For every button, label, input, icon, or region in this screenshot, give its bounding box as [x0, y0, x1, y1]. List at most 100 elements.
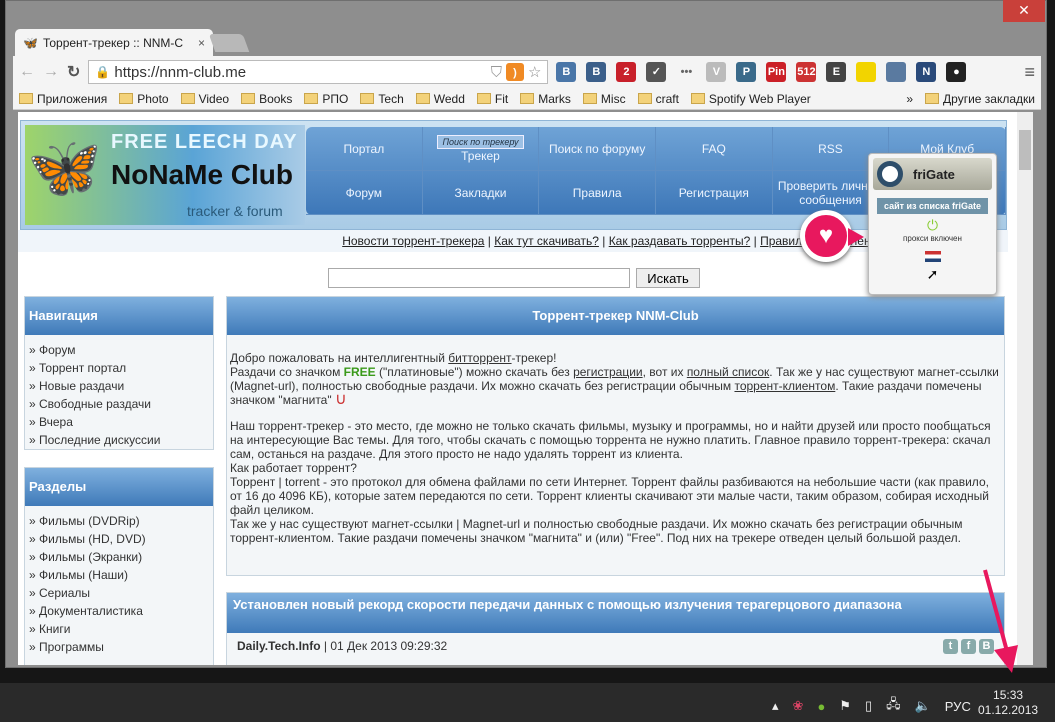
navigation-box: Навигация » Форум» Торрент портал» Новые …: [24, 296, 214, 450]
p-icon[interactable]: P: [736, 62, 757, 82]
bookmark-item[interactable]: Приложения: [19, 92, 107, 106]
more-icon[interactable]: •••: [676, 62, 697, 82]
news-source[interactable]: Daily.Tech.Info: [237, 639, 321, 653]
nav-item[interactable]: Портал: [306, 127, 423, 171]
apps-icon: [19, 92, 33, 104]
folder-icon: [637, 92, 652, 104]
sidebar-link[interactable]: » Книги: [29, 620, 209, 638]
nav-item[interactable]: Регистрация: [655, 171, 773, 215]
search-button[interactable]: Искать: [636, 268, 700, 288]
address-bar[interactable]: 🔒 https://nnm-club.me ⛉) ☆: [88, 60, 549, 84]
menu-icon[interactable]: ≡: [1024, 62, 1035, 83]
folder-icon: [360, 92, 375, 104]
back-icon[interactable]: ←: [19, 63, 35, 81]
app-tray-icon[interactable]: ❀: [793, 698, 804, 714]
sidebar-link[interactable]: » Форум: [29, 341, 209, 359]
bookmark-item[interactable]: Books: [241, 92, 292, 106]
vk-count-icon[interactable]: B: [586, 62, 607, 82]
bookmark-item[interactable]: Fit: [476, 92, 508, 106]
nav-item[interactable]: Поиск по трекеру Трекер: [422, 127, 540, 171]
sidebar-link[interactable]: » Вчера: [29, 413, 209, 431]
shield-icon[interactable]: V: [706, 62, 727, 82]
sidebar-link[interactable]: » Фильмы (HD, DVD): [29, 530, 209, 548]
nav-item[interactable]: Форум: [306, 171, 423, 215]
flag-icon[interactable]: ⚑: [839, 698, 851, 714]
sidebar-link[interactable]: » Последние дискуссии: [29, 431, 209, 449]
news-date: | 01 Дек 2013 09:29:32: [320, 639, 448, 653]
nav-item[interactable]: Закладки: [422, 171, 540, 215]
n-icon[interactable]: N: [916, 62, 937, 82]
volume-icon[interactable]: 🔈: [915, 698, 931, 714]
bookmark-item[interactable]: Marks: [520, 92, 571, 106]
new-tab-button[interactable]: [208, 34, 250, 52]
sidebar-link[interactable]: » Новые раздачи: [29, 377, 209, 395]
sidebar-link[interactable]: » Фильмы (Наши): [29, 566, 209, 584]
quick-link[interactable]: Новости торрент-трекера: [342, 234, 484, 248]
clock[interactable]: 15:33 01.12.2013: [978, 688, 1038, 718]
nav-item[interactable]: Поиск по форуму: [539, 127, 656, 171]
full-list-link[interactable]: полный список: [687, 365, 769, 379]
tracker-search-link[interactable]: Поиск по трекеру: [437, 134, 524, 149]
site-logo[interactable]: 🦋 FREE LEECH DAY NoNaMe Club tracker & f…: [25, 125, 305, 225]
bookmarks-bar: Приложения Photo Video Books РПО Tech Wedd Fit M…: [13, 88, 1041, 110]
sticky-icon[interactable]: [856, 62, 877, 82]
show-hidden-icons-icon[interactable]: ▴: [772, 698, 779, 714]
bittorrent-link[interactable]: битторрент: [448, 351, 511, 365]
vk-icon[interactable]: B: [556, 62, 577, 82]
search-input[interactable]: [328, 268, 630, 288]
network-icon[interactable]: 🖧: [886, 695, 901, 717]
forward-icon[interactable]: →: [43, 63, 59, 81]
torrent-client-link[interactable]: торрент-клиентом: [734, 379, 835, 393]
twitter-icon[interactable]: t: [943, 639, 958, 654]
sidebar-link[interactable]: » Фильмы (DVDRip): [29, 512, 209, 530]
pocket-icon[interactable]: ✓: [646, 62, 667, 82]
counter-icon[interactable]: 512: [796, 62, 817, 82]
quick-link[interactable]: Как раздавать торренты?: [609, 234, 751, 248]
bookmark-item[interactable]: Tech: [360, 92, 404, 106]
window-icon[interactable]: [886, 62, 907, 82]
star-icon[interactable]: ☆: [528, 63, 541, 81]
para: Как работает торрент?: [230, 461, 357, 475]
pinterest-icon[interactable]: Pin: [766, 62, 787, 82]
bookmark-item[interactable]: РПО: [304, 92, 348, 106]
folder-icon: [520, 92, 535, 104]
sidebar-link[interactable]: » Фильмы (Экранки): [29, 548, 209, 566]
browser-tab[interactable]: 🦋 Торрент-трекер :: NNM-C ×: [15, 29, 213, 56]
sidebar-link[interactable]: » Сериалы: [29, 584, 209, 602]
sidebar-link[interactable]: » Документалистика: [29, 602, 209, 620]
mail-icon[interactable]: 2: [616, 62, 637, 82]
rss-icon[interactable]: ): [505, 63, 524, 81]
sidebar-link[interactable]: » Программы: [29, 638, 209, 656]
close-window-button[interactable]: ✕: [1003, 0, 1045, 22]
utorrent-icon[interactable]: ●: [817, 699, 825, 714]
power-icon[interactable]: ⏻: [869, 217, 996, 234]
news-title[interactable]: Установлен новый рекорд скорости передач…: [227, 593, 1004, 633]
bookmark-item[interactable]: craft: [637, 92, 679, 106]
bookmark-item[interactable]: Wedd: [415, 92, 465, 106]
battery-icon[interactable]: ▯: [865, 698, 872, 714]
shield-icon[interactable]: ⛉: [491, 64, 502, 81]
quick-link[interactable]: Как тут скачивать?: [494, 234, 599, 248]
logo-line2: NoNaMe Club: [111, 159, 293, 190]
evernote-icon[interactable]: E: [826, 62, 847, 82]
scrollbar-thumb[interactable]: [1019, 130, 1031, 170]
intro-box: Торрент-трекер NNM-Club Добро пожаловать…: [226, 296, 1005, 576]
more-bookmarks-button[interactable]: »: [906, 92, 913, 106]
registration-link[interactable]: регистрации: [573, 365, 643, 379]
nav-item[interactable]: FAQ: [655, 127, 773, 171]
tab-close-icon[interactable]: ×: [198, 36, 205, 50]
reload-icon[interactable]: ↻: [67, 62, 80, 82]
sidebar-link[interactable]: » Свободные раздачи: [29, 395, 209, 413]
logo-line1: FREE LEECH DAY: [111, 131, 298, 153]
netherlands-flag-icon[interactable]: [924, 251, 941, 262]
bookmark-item[interactable]: Photo: [119, 92, 169, 106]
language-indicator[interactable]: РУС: [945, 699, 971, 714]
bookmark-item[interactable]: Misc: [582, 92, 626, 106]
other-bookmarks[interactable]: Другие закладки: [925, 92, 1035, 106]
sidebar-link[interactable]: » Торрент портал: [29, 359, 209, 377]
nav-item[interactable]: Правила: [539, 171, 656, 215]
magnet-icon: ∪: [334, 391, 347, 408]
green-dot-icon[interactable]: ●: [946, 62, 967, 82]
bookmark-item[interactable]: Spotify Web Player: [690, 92, 811, 106]
bookmark-item[interactable]: Video: [180, 92, 229, 106]
